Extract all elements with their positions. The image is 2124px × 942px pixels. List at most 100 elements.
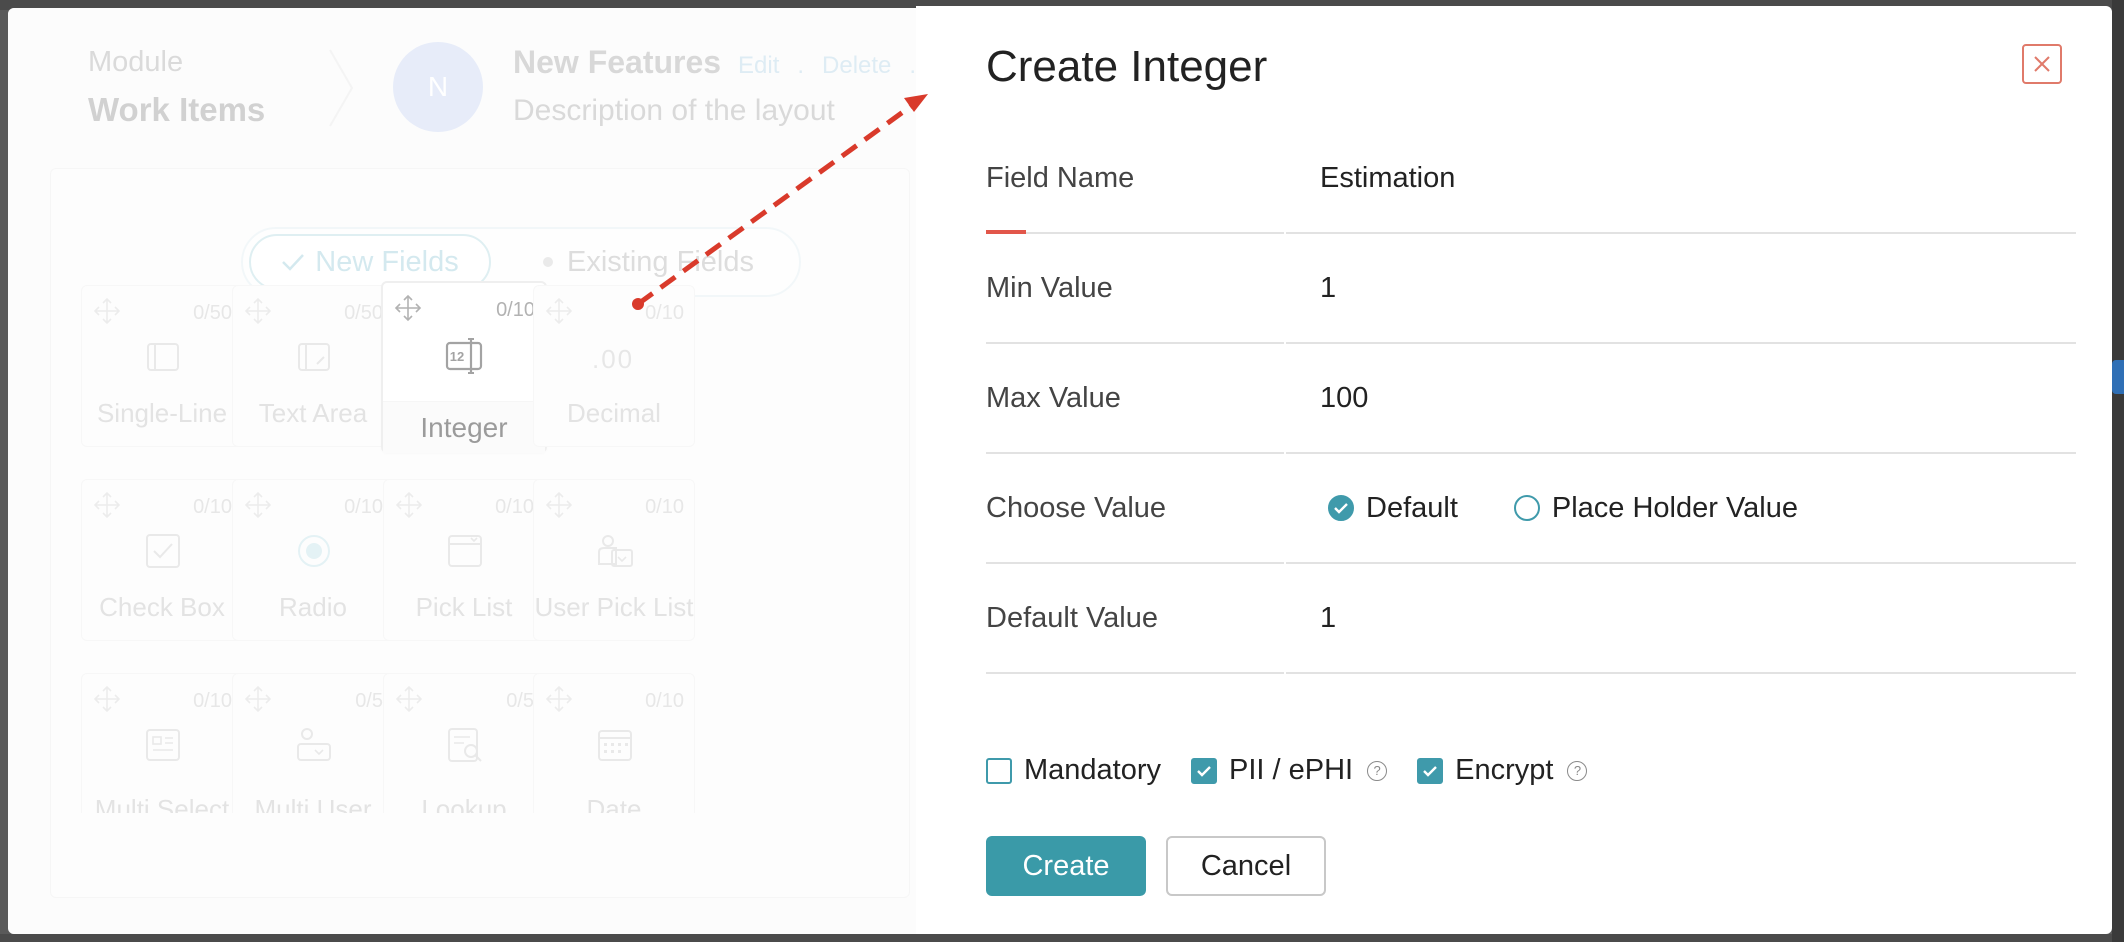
multi-user-icon — [297, 728, 331, 761]
move-icon — [394, 294, 422, 322]
max-value-input[interactable]: 100 — [1286, 344, 2076, 454]
tile-label: Text Area — [258, 398, 368, 428]
choose-value-label: Choose Value — [986, 454, 1284, 564]
field-tile-pick-list[interactable]: 0/10 Pick List — [383, 479, 545, 641]
tile-count: 0/10 — [645, 302, 684, 324]
default-value-row: Default Value 1 — [986, 564, 2076, 674]
radio-default-label: Default — [1366, 491, 1458, 524]
tile-label: Radio — [279, 592, 347, 622]
backdrop-bottom — [0, 934, 2124, 942]
radio-icon — [298, 535, 330, 567]
module-name: Work Items — [88, 91, 266, 128]
edit-link[interactable]: Edit — [738, 52, 779, 79]
module-breadcrumb: Module Work Items — [88, 46, 265, 129]
move-icon — [545, 297, 573, 325]
tile-label: User Pick List — [534, 592, 694, 622]
field-tile-integer[interactable]: 0/10 12 Integer — [381, 281, 547, 453]
field-tile-decimal[interactable]: 0/10 .00 Decimal — [533, 285, 695, 447]
mandatory-label: Mandatory — [1024, 754, 1162, 786]
field-tile-multi-select[interactable]: 0/10 Multi Select — [81, 673, 243, 813]
min-value-input[interactable]: 1 — [1286, 234, 2076, 344]
field-tile-check-box[interactable]: 0/10 Check Box — [81, 479, 243, 641]
tile-label: Pick List — [415, 592, 513, 622]
text-area-icon — [298, 343, 330, 371]
chevron-right-icon — [329, 49, 354, 127]
checkbox-unchecked-icon — [986, 757, 1012, 784]
choose-value-radio-group: Default Place Holder Value — [1320, 492, 1798, 525]
move-icon — [93, 685, 121, 713]
tile-count: 0/10 — [193, 496, 232, 518]
edge-tab — [2112, 360, 2124, 394]
lookup-icon — [448, 728, 482, 762]
cancel-button[interactable]: Cancel — [1166, 836, 1326, 896]
move-icon — [545, 491, 573, 519]
dot-icon — [543, 257, 553, 267]
radio-default[interactable]: Default — [1328, 492, 1458, 525]
svg-text:12: 12 — [450, 349, 464, 364]
move-icon — [545, 685, 573, 713]
pii-checkbox[interactable]: PII / ePHI ? — [1191, 754, 1388, 787]
radio-unchecked-icon — [1513, 495, 1540, 521]
field-name-input[interactable]: Estimation — [1286, 124, 2076, 234]
choose-value-options: Default Place Holder Value — [1286, 454, 2076, 564]
layout-description: Description of the layout — [513, 94, 835, 127]
checkbox-checked-icon — [1417, 757, 1444, 784]
tile-label: Decimal — [567, 398, 661, 428]
layout-title: New Features — [513, 44, 722, 80]
field-tile-user-pick-list[interactable]: 0/10 User Pick List — [533, 479, 695, 641]
move-icon — [93, 297, 121, 325]
tile-label: Check Box — [99, 592, 225, 622]
default-value-input[interactable]: 1 — [1286, 564, 2076, 674]
encrypt-checkbox[interactable]: Encrypt ? — [1417, 754, 1588, 787]
field-tile-text-area[interactable]: 0/50 Text Area — [232, 285, 394, 447]
move-icon — [395, 685, 423, 713]
action-separator: . — [797, 52, 805, 79]
existing-fields-label: Existing Fields — [567, 245, 754, 278]
tile-count: 0/10 — [496, 299, 535, 321]
max-value-row: Max Value 100 — [986, 344, 2076, 454]
default-value-label: Default Value — [986, 564, 1284, 674]
tile-label: Multi Select — [94, 794, 230, 813]
field-tile-single-line[interactable]: 0/50 Single-Line — [81, 285, 243, 447]
tile-count: 0/5 — [506, 690, 534, 712]
layout-builder-panel: Module Work Items N New Features Edit. De… — [8, 8, 918, 934]
existing-fields-tab[interactable]: Existing Fields — [543, 234, 754, 290]
close-button[interactable] — [2022, 44, 2062, 84]
tile-count: 0/50 — [344, 302, 383, 324]
pii-label: PII / ePHI — [1229, 754, 1354, 786]
pick-list-icon — [448, 535, 482, 567]
tile-label: Lookup — [421, 794, 507, 813]
min-value-row: Min Value 1 — [986, 234, 2076, 344]
choose-value-row: Choose Value Default Place Holder Value — [986, 454, 2076, 564]
help-icon[interactable]: ? — [1367, 760, 1388, 781]
create-integer-dialog: Create Integer Field Name Estimation Min… — [916, 6, 2112, 934]
tile-count: 0/10 — [495, 496, 534, 518]
tile-label: Single-Line — [96, 398, 228, 428]
tile-count: 0/5 — [355, 690, 383, 712]
tile-label: Integer — [383, 401, 545, 453]
avatar: N — [393, 42, 483, 132]
field-tile-date[interactable]: 0/10 Date — [533, 673, 695, 813]
radio-placeholder-value[interactable]: Place Holder Value — [1513, 491, 1798, 525]
check-box-icon — [146, 534, 180, 568]
tile-count: 0/10 — [193, 690, 232, 712]
max-value-label: Max Value — [986, 344, 1284, 454]
mandatory-checkbox[interactable]: Mandatory — [986, 754, 1161, 787]
field-tile-lookup[interactable]: 0/5 Lookup — [383, 673, 545, 813]
checkbox-checked-icon — [1191, 757, 1218, 784]
field-tile-radio[interactable]: 0/10 Radio — [232, 479, 394, 641]
min-value-label: Min Value — [986, 234, 1284, 344]
delete-link[interactable]: Delete — [822, 52, 891, 79]
date-icon — [598, 730, 632, 761]
move-icon — [244, 491, 272, 519]
move-icon — [93, 491, 121, 519]
single-line-icon — [147, 343, 179, 371]
radio-placeholder-label: Place Holder Value — [1551, 491, 1798, 524]
field-options: Mandatory PII / ePHI ? Encrypt ? — [986, 754, 1588, 787]
help-icon[interactable]: ? — [1567, 760, 1588, 781]
module-label: Module — [88, 46, 184, 78]
tile-count: 0/10 — [645, 690, 684, 712]
field-tile-multi-user[interactable]: 0/5 Multi User — [232, 673, 394, 813]
create-button[interactable]: Create — [986, 836, 1146, 896]
encrypt-label: Encrypt — [1455, 754, 1554, 786]
